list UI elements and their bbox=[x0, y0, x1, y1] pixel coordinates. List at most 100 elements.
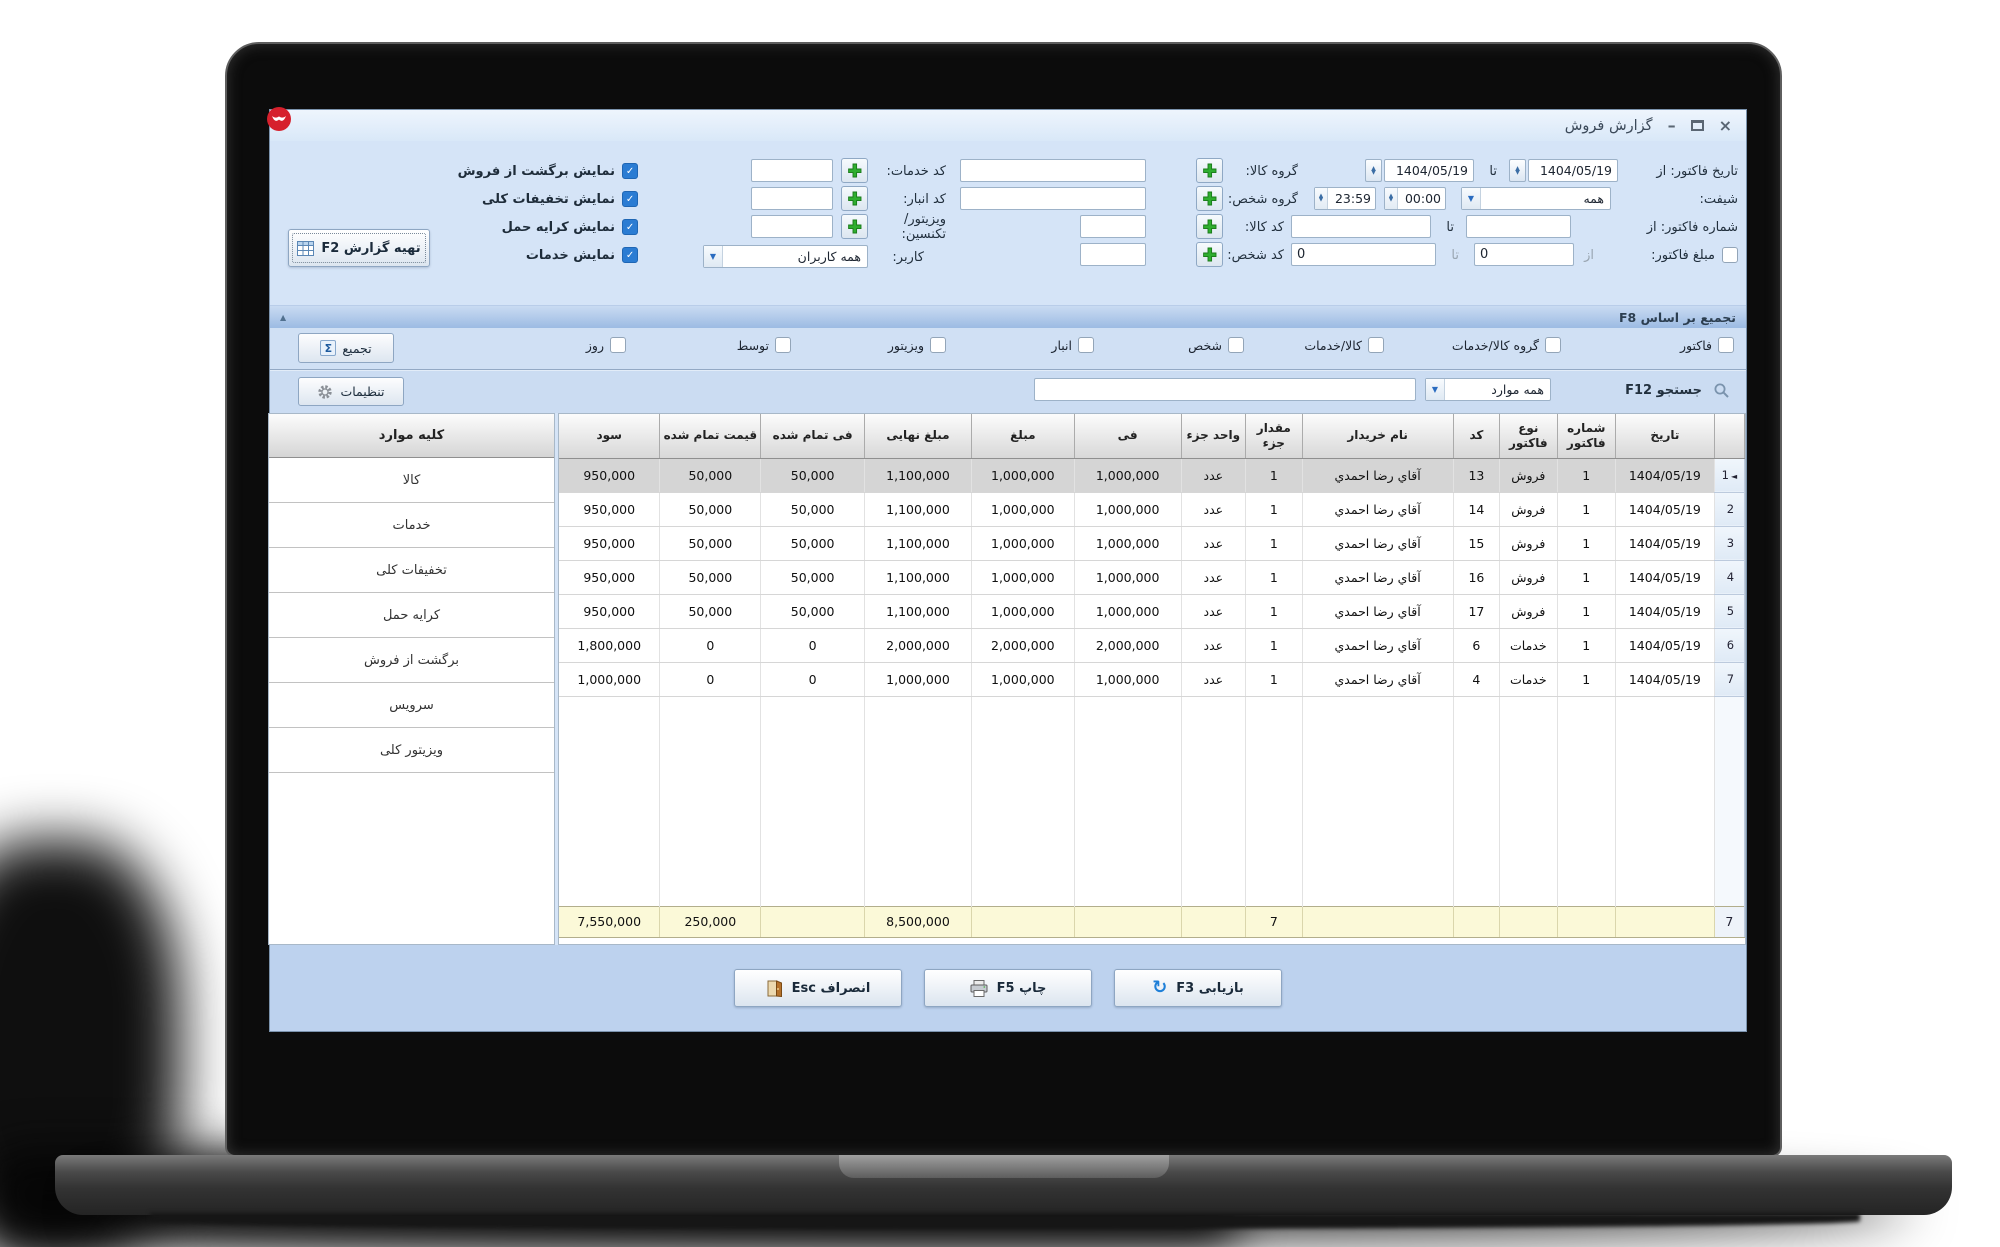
search-scope-select[interactable]: همه موارد ▼ bbox=[1425, 378, 1551, 401]
cell-invoice-no[interactable]: 1 bbox=[1557, 662, 1615, 696]
warehouse-code-input[interactable] bbox=[751, 187, 833, 210]
invoice-no-from-input[interactable] bbox=[1466, 215, 1571, 238]
col-header-amount[interactable]: مبلغ bbox=[971, 414, 1074, 458]
time-to-input[interactable]: ▲▼ 23:59 bbox=[1314, 187, 1376, 210]
cell-final-amount[interactable]: 1,100,000 bbox=[865, 492, 972, 526]
cell-code[interactable]: 16 bbox=[1453, 560, 1499, 594]
cell-fee[interactable]: 1,000,000 bbox=[1074, 662, 1181, 696]
row-number-cell[interactable]: 2 bbox=[1714, 492, 1744, 526]
cell-fee[interactable]: 1,000,000 bbox=[1074, 458, 1181, 492]
cell-invoice-type[interactable]: فروش bbox=[1500, 526, 1557, 560]
date-to-spinner[interactable]: ▲▼ bbox=[1365, 159, 1382, 182]
agg-checkbox[interactable] bbox=[775, 337, 791, 353]
col-header-code[interactable]: کد bbox=[1453, 414, 1499, 458]
sidebar-item[interactable]: تخفیفات کلی bbox=[269, 548, 554, 593]
show-option-checkbox[interactable]: ✓ bbox=[622, 191, 638, 207]
person-code-add-button[interactable] bbox=[1196, 242, 1223, 267]
cell-profit[interactable]: 1,800,000 bbox=[559, 628, 660, 662]
person-code-input[interactable] bbox=[1080, 243, 1146, 266]
item-group-add-button[interactable] bbox=[1196, 158, 1223, 183]
visitor-input[interactable] bbox=[751, 215, 833, 238]
show-option-checkbox[interactable]: ✓ bbox=[622, 219, 638, 235]
cell-amount[interactable]: 1,000,000 bbox=[971, 560, 1074, 594]
cell-invoice-no[interactable]: 1 bbox=[1557, 594, 1615, 628]
col-header-final-amount[interactable]: مبلغ نهایی bbox=[865, 414, 972, 458]
cell-qty[interactable]: 1 bbox=[1246, 594, 1302, 628]
table-row[interactable]: 2 1404/05/19 1 فروش 14 آقاي رضا احمدي 1 … bbox=[559, 492, 1745, 526]
collapse-arrow-icon[interactable]: ▲ bbox=[280, 313, 286, 322]
cell-fee[interactable]: 1,000,000 bbox=[1074, 560, 1181, 594]
table-row[interactable]: 6 1404/05/19 1 خدمات 6 آقاي رضا احمدي 1 … bbox=[559, 628, 1745, 662]
col-header-invoice-type[interactable]: نوع فاکتور bbox=[1500, 414, 1557, 458]
cell-code[interactable]: 15 bbox=[1453, 526, 1499, 560]
cell-profit[interactable]: 950,000 bbox=[559, 560, 660, 594]
sidebar-item[interactable]: سرویس bbox=[269, 683, 554, 728]
cell-final-amount[interactable]: 1,000,000 bbox=[865, 662, 972, 696]
invoice-amount-checkbox[interactable] bbox=[1722, 247, 1738, 263]
cell-profit[interactable]: 950,000 bbox=[559, 492, 660, 526]
cell-unit-cost[interactable]: 0 bbox=[761, 628, 865, 662]
shift-select[interactable]: همه ▼ bbox=[1461, 187, 1611, 210]
agg-checkbox[interactable] bbox=[1078, 337, 1094, 353]
cell-qty[interactable]: 1 bbox=[1246, 526, 1302, 560]
cell-code[interactable]: 6 bbox=[1453, 628, 1499, 662]
amount-to-input[interactable]: 0 bbox=[1291, 243, 1436, 266]
cell-total-cost[interactable]: 50,000 bbox=[660, 492, 761, 526]
agg-checkbox[interactable] bbox=[930, 337, 946, 353]
cell-unit[interactable]: عدد bbox=[1181, 526, 1246, 560]
cell-unit[interactable]: عدد bbox=[1181, 628, 1246, 662]
col-header-invoice-no[interactable]: شماره فاکتور bbox=[1557, 414, 1615, 458]
cell-date[interactable]: 1404/05/19 bbox=[1615, 662, 1714, 696]
cell-final-amount[interactable]: 2,000,000 bbox=[865, 628, 972, 662]
cell-fee[interactable]: 1,000,000 bbox=[1074, 526, 1181, 560]
cell-total-cost[interactable]: 0 bbox=[660, 662, 761, 696]
aggregate-header-bar[interactable]: تجمیع بر اساس F8 ▲ bbox=[270, 305, 1746, 328]
cell-invoice-type[interactable]: فروش bbox=[1500, 492, 1557, 526]
close-button[interactable]: × bbox=[1719, 118, 1732, 134]
cell-date[interactable]: 1404/05/19 bbox=[1615, 560, 1714, 594]
cell-invoice-type[interactable]: خدمات bbox=[1500, 662, 1557, 696]
show-option-checkbox[interactable]: ✓ bbox=[622, 247, 638, 263]
cell-code[interactable]: 17 bbox=[1453, 594, 1499, 628]
print-button[interactable]: چاپ F5 bbox=[924, 969, 1092, 1007]
item-code-input[interactable] bbox=[1080, 215, 1146, 238]
sidebar-item[interactable]: کالا bbox=[269, 458, 554, 503]
cell-invoice-no[interactable]: 1 bbox=[1557, 628, 1615, 662]
amount-from-input[interactable]: 0 bbox=[1474, 243, 1574, 266]
row-number-cell[interactable]: 3 bbox=[1714, 526, 1744, 560]
cell-unit-cost[interactable]: 0 bbox=[761, 662, 865, 696]
cell-final-amount[interactable]: 1,100,000 bbox=[865, 594, 972, 628]
col-header-profit[interactable]: سود bbox=[559, 414, 660, 458]
cancel-button[interactable]: انصراف Esc bbox=[734, 969, 902, 1007]
col-header-date[interactable]: تاریخ bbox=[1615, 414, 1714, 458]
cell-amount[interactable]: 2,000,000 bbox=[971, 628, 1074, 662]
cell-buyer[interactable]: آقاي رضا احمدي bbox=[1302, 662, 1453, 696]
row-number-cell[interactable]: ◄1 bbox=[1714, 458, 1744, 492]
agg-checkbox[interactable] bbox=[610, 337, 626, 353]
cell-qty[interactable]: 1 bbox=[1246, 458, 1302, 492]
cell-total-cost[interactable]: 50,000 bbox=[660, 526, 761, 560]
agg-checkbox[interactable] bbox=[1718, 337, 1734, 353]
person-group-input[interactable] bbox=[960, 187, 1146, 210]
agg-checkbox[interactable] bbox=[1228, 337, 1244, 353]
cell-fee[interactable]: 1,000,000 bbox=[1074, 594, 1181, 628]
col-header-unit-cost[interactable]: فی تمام شده bbox=[761, 414, 865, 458]
cell-profit[interactable]: 1,000,000 bbox=[559, 662, 660, 696]
cell-final-amount[interactable]: 1,100,000 bbox=[865, 526, 972, 560]
row-number-cell[interactable]: 7 bbox=[1714, 662, 1744, 696]
row-number-cell[interactable]: 5 bbox=[1714, 594, 1744, 628]
cell-total-cost[interactable]: 0 bbox=[660, 628, 761, 662]
cell-amount[interactable]: 1,000,000 bbox=[971, 662, 1074, 696]
sidebar-item[interactable]: ویزیتور کلی bbox=[269, 728, 554, 773]
time-spinner-icon[interactable]: ▲▼ bbox=[1315, 188, 1328, 209]
invoice-date-to-input[interactable]: 1404/05/19 bbox=[1384, 159, 1474, 182]
cell-total-cost[interactable]: 50,000 bbox=[660, 594, 761, 628]
cell-unit-cost[interactable]: 50,000 bbox=[761, 594, 865, 628]
cell-unit-cost[interactable]: 50,000 bbox=[761, 492, 865, 526]
cell-code[interactable]: 14 bbox=[1453, 492, 1499, 526]
cell-date[interactable]: 1404/05/19 bbox=[1615, 492, 1714, 526]
col-header-qty[interactable]: مقدار جزء bbox=[1246, 414, 1302, 458]
invoice-no-to-input[interactable] bbox=[1291, 215, 1431, 238]
cell-unit[interactable]: عدد bbox=[1181, 594, 1246, 628]
time-from-input[interactable]: ▲▼ 00:00 bbox=[1384, 187, 1446, 210]
